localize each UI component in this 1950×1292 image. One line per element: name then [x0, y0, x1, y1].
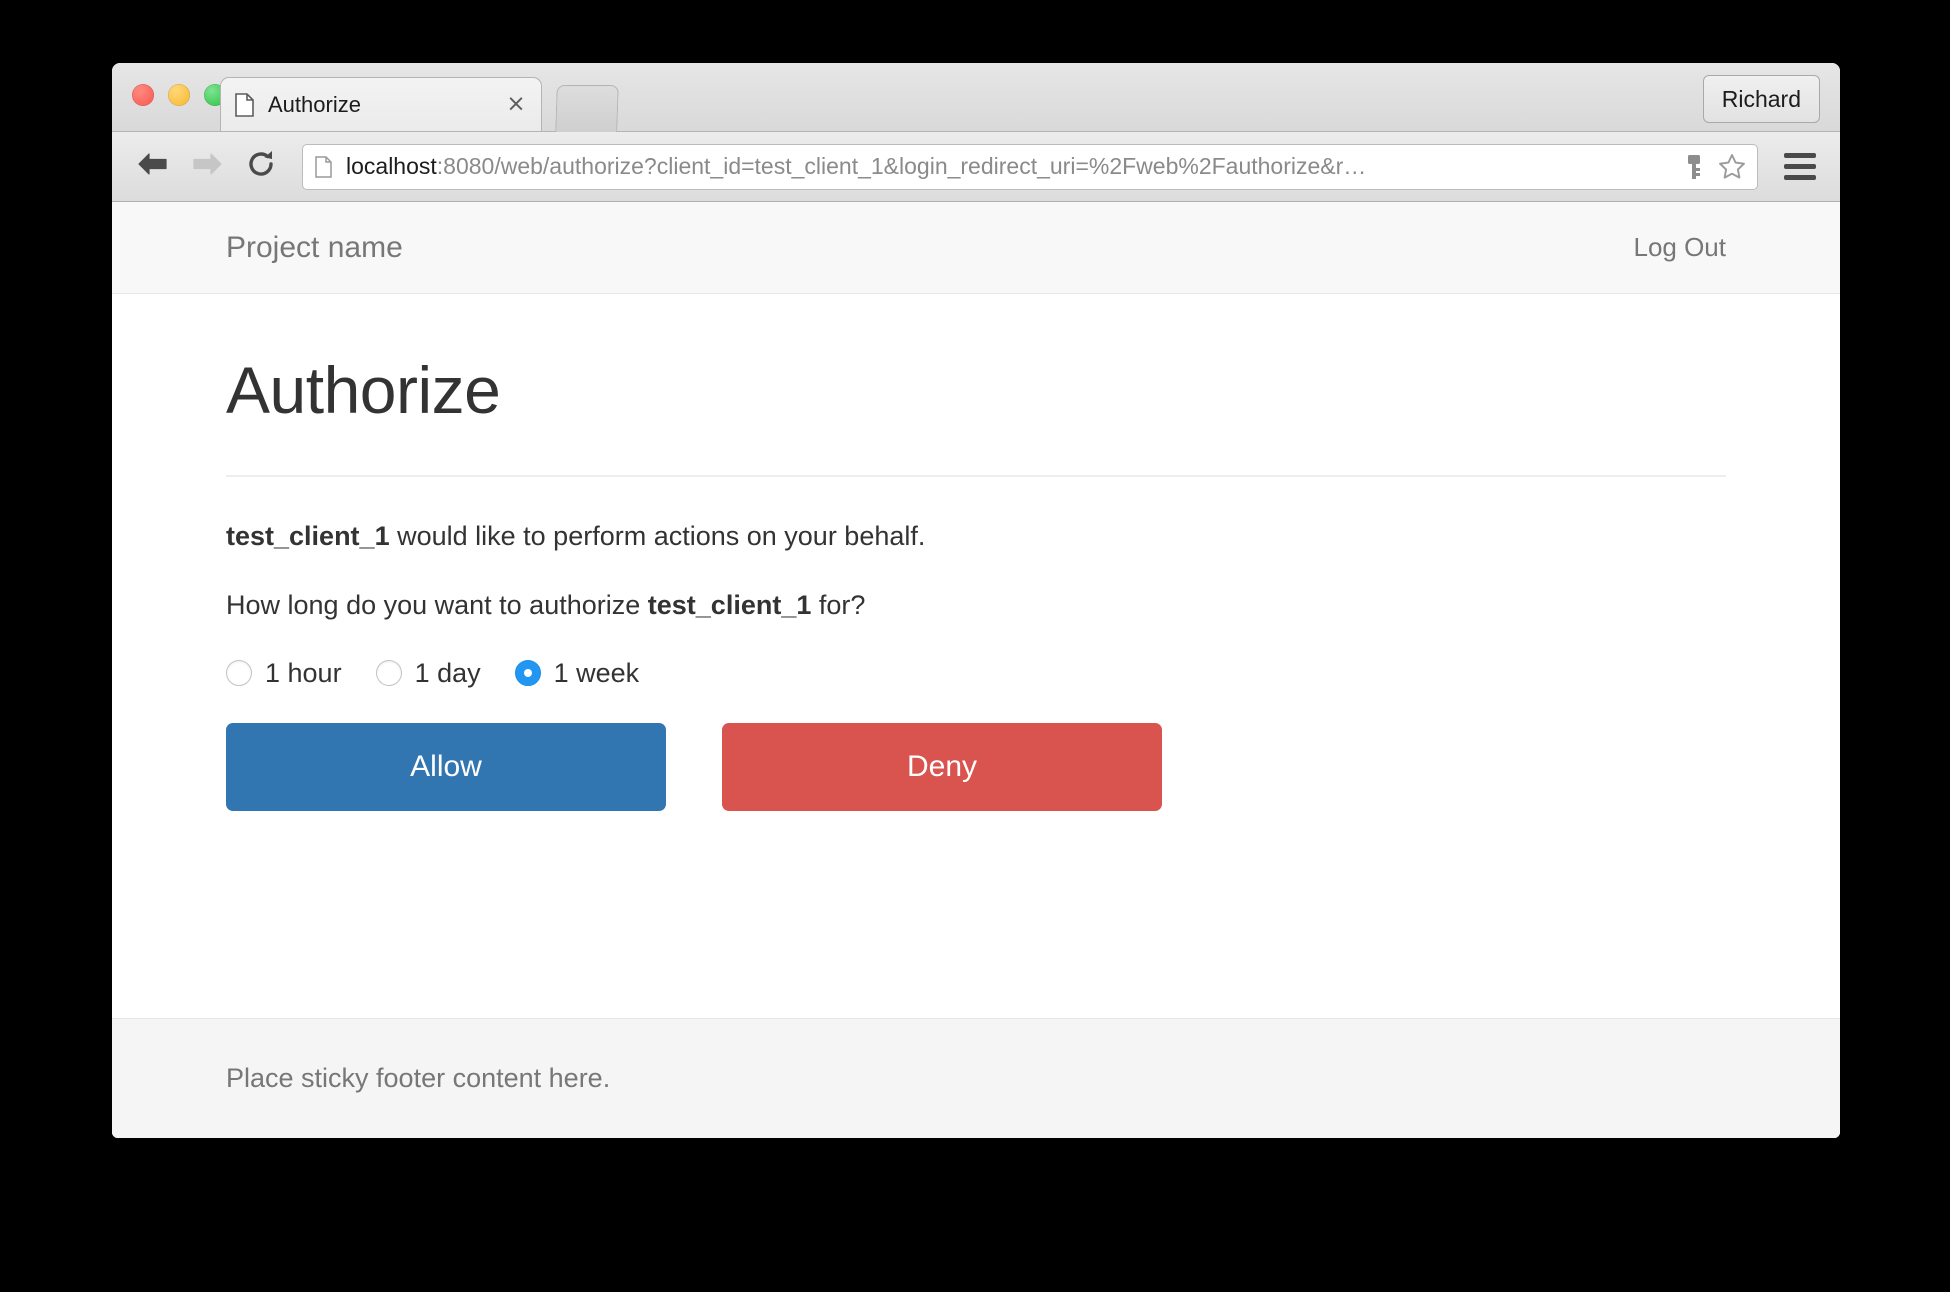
duration-radio-group: 1 hour 1 day 1 week	[226, 658, 1726, 689]
authorization-request-rest: would like to perform actions on your be…	[389, 521, 926, 552]
duration-question-prefix: How long do you want to authorize	[226, 590, 648, 621]
duration-question-text: How long do you want to authorize test_c…	[226, 586, 1726, 625]
browser-toolbar: localhost:8080/web/authorize?client_id=t…	[112, 132, 1840, 202]
deny-button[interactable]: Deny	[722, 722, 1162, 811]
client-id-strong-2: test_client_1	[647, 590, 812, 621]
site-brand[interactable]: Project name	[226, 231, 403, 265]
menu-bar-1	[1784, 153, 1816, 158]
address-bar-path: :8080/web/authorize?client_id=test_clien…	[436, 153, 1367, 179]
minimize-window-button[interactable]	[168, 84, 190, 106]
footer-text: Place sticky footer content here.	[226, 1063, 611, 1093]
address-bar[interactable]: localhost:8080/web/authorize?client_id=t…	[302, 143, 1758, 190]
address-bar-url: localhost:8080/web/authorize?client_id=t…	[346, 153, 1671, 180]
close-window-button[interactable]	[132, 84, 154, 106]
reload-icon	[245, 148, 277, 185]
authorization-request-text: test_client_1 would like to perform acti…	[226, 517, 1726, 556]
radio-indicator-1-week[interactable]	[514, 660, 541, 687]
client-id-strong: test_client_1	[226, 521, 390, 552]
menu-bar-2	[1784, 164, 1816, 169]
radio-indicator-1-day[interactable]	[375, 660, 402, 687]
reload-button[interactable]	[238, 144, 284, 190]
star-icon[interactable]	[1717, 152, 1747, 182]
radio-option-1-week[interactable]: 1 week	[514, 657, 640, 689]
browser-tab-title: Authorize	[268, 91, 361, 117]
new-tab-button[interactable]	[555, 85, 619, 132]
page-title: Authorize	[226, 353, 501, 427]
browser-window: Authorize × Richard localhost:8080/web/a…	[112, 63, 1840, 1138]
site-footer: Place sticky footer content here.	[112, 1018, 1840, 1138]
radio-option-1-hour[interactable]: 1 hour	[226, 658, 342, 689]
back-arrow-icon	[136, 150, 170, 183]
address-bar-host: localhost	[346, 153, 437, 179]
browser-tab-authorize[interactable]: Authorize ×	[220, 77, 542, 131]
back-button[interactable]	[130, 144, 176, 190]
forward-arrow-icon	[190, 150, 224, 183]
radio-label-1-day: 1 day	[414, 657, 481, 688]
window-controls	[132, 84, 226, 106]
browser-tabstrip: Authorize × Richard	[112, 63, 1840, 132]
radio-indicator-1-hour[interactable]	[226, 660, 252, 687]
action-button-row: Allow Deny	[226, 722, 1726, 811]
hamburger-menu-icon[interactable]	[1778, 145, 1822, 189]
duration-question-suffix: for?	[811, 590, 866, 621]
key-icon[interactable]	[1679, 152, 1709, 182]
title-divider	[226, 475, 1726, 478]
page-content: Authorize test_client_1 would like to pe…	[112, 294, 1840, 1018]
menu-bar-3	[1784, 175, 1816, 180]
radio-option-1-day[interactable]: 1 day	[375, 657, 481, 689]
radio-label-1-week: 1 week	[553, 657, 640, 688]
page-viewport: Project name Log Out Authorize test_clie…	[112, 202, 1840, 1138]
page-icon	[235, 92, 254, 117]
allow-button[interactable]: Allow	[226, 722, 666, 811]
profile-button[interactable]: Richard	[1702, 75, 1820, 123]
screen: Authorize × Richard localhost:8080/web/a…	[0, 0, 1950, 1292]
site-navbar: Project name Log Out	[112, 202, 1840, 294]
close-icon[interactable]: ×	[505, 92, 527, 116]
page-icon	[315, 155, 332, 178]
radio-label-1-hour: 1 hour	[265, 657, 342, 688]
logout-link[interactable]: Log Out	[1633, 232, 1726, 263]
forward-button[interactable]	[184, 144, 230, 190]
